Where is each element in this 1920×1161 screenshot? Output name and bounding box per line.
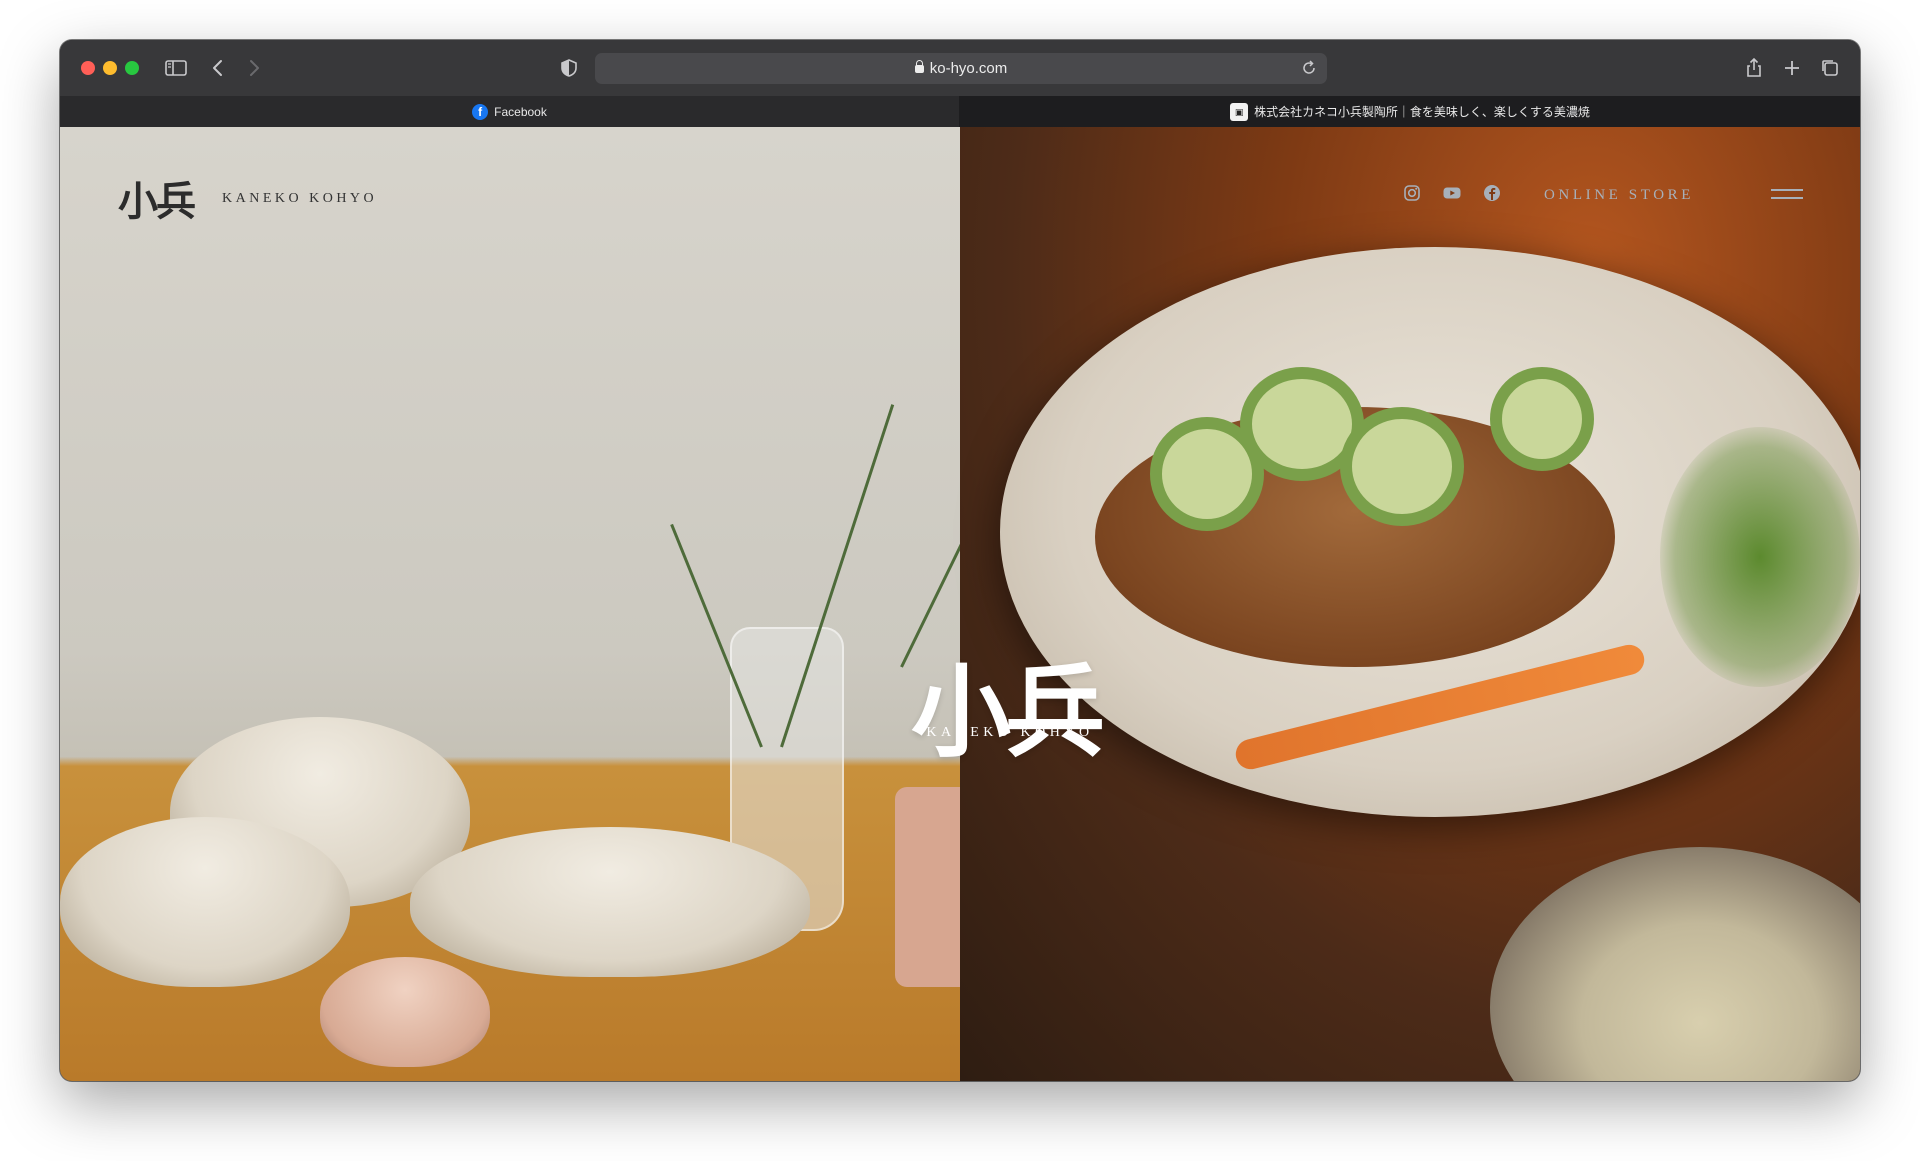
center-logo-mark: 小兵 bbox=[911, 653, 1105, 771]
online-store-link[interactable]: ONLINE STORE bbox=[1544, 187, 1694, 204]
menu-line bbox=[1771, 197, 1803, 199]
hamburger-menu-icon[interactable] bbox=[1771, 189, 1803, 203]
privacy-shield-icon[interactable] bbox=[555, 54, 583, 82]
tab-label: 株式会社カネコ小兵製陶所｜食を美味しく、楽しくする美濃焼 bbox=[1254, 105, 1590, 119]
tab-bar: f Facebook ▣ 株式会社カネコ小兵製陶所｜食を美味しく、楽しくする美濃… bbox=[60, 96, 1860, 127]
cucumber-ribbon-image bbox=[1340, 407, 1464, 526]
site-brand-name[interactable]: KANEKO KOHYO bbox=[222, 191, 377, 207]
tab-kaneko-kohyo[interactable]: ▣ 株式会社カネコ小兵製陶所｜食を美味しく、楽しくする美濃焼 bbox=[960, 96, 1860, 127]
sidebar-toggle-icon[interactable] bbox=[162, 54, 190, 82]
cucumber-ribbon-image bbox=[1490, 367, 1594, 471]
browser-toolbar: ko-hyo.com bbox=[60, 40, 1860, 96]
maximize-window-button[interactable] bbox=[125, 61, 139, 75]
flower-bowl-image bbox=[60, 817, 350, 987]
reload-icon[interactable] bbox=[1299, 58, 1319, 78]
minimize-window-button[interactable] bbox=[103, 61, 117, 75]
tab-facebook[interactable]: f Facebook bbox=[60, 96, 959, 127]
menu-line bbox=[1771, 189, 1803, 191]
tab-overview-icon[interactable] bbox=[1816, 54, 1844, 82]
carrot-leaves-image bbox=[1660, 427, 1860, 687]
new-tab-icon[interactable] bbox=[1778, 54, 1806, 82]
instagram-icon[interactable] bbox=[1402, 183, 1422, 203]
close-window-button[interactable] bbox=[81, 61, 95, 75]
flower-plate-image bbox=[410, 827, 810, 977]
center-brand-name: KANEKO KOHYO bbox=[926, 725, 1094, 740]
site-logo[interactable]: 小兵 bbox=[118, 169, 196, 227]
back-icon[interactable] bbox=[204, 54, 232, 82]
browser-window: ko-hyo.com f Facebook ▣ 株式会社カネコ小兵製陶所｜食を美… bbox=[60, 40, 1860, 1081]
url-text: ko-hyo.com bbox=[929, 60, 1008, 77]
lock-icon bbox=[914, 60, 924, 73]
share-icon[interactable] bbox=[1740, 54, 1768, 82]
kaneko-kohyo-favicon: ▣ bbox=[1230, 102, 1249, 121]
facebook-icon: f bbox=[472, 103, 489, 120]
address-bar[interactable]: ko-hyo.com bbox=[595, 53, 1327, 84]
address-text: ko-hyo.com bbox=[595, 60, 1327, 77]
web-page: 小兵 KANEKO KOHYO 小兵 KANEKO KOHYO ONLINE S… bbox=[60, 127, 1860, 1081]
facebook-icon[interactable] bbox=[1482, 183, 1502, 203]
pink-dish-image bbox=[320, 957, 490, 1067]
forward-icon[interactable] bbox=[240, 54, 268, 82]
tab-label: Facebook bbox=[494, 104, 547, 119]
youtube-icon[interactable] bbox=[1442, 183, 1462, 203]
